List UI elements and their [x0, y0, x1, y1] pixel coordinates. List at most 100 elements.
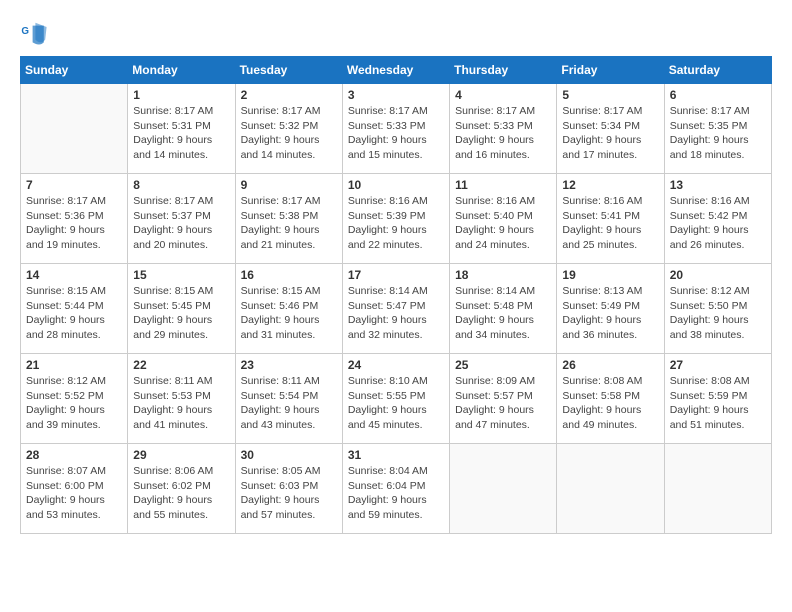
day-info: Sunrise: 8:16 AM Sunset: 5:40 PM Dayligh…: [455, 194, 551, 253]
calendar-cell: 28 Sunrise: 8:07 AM Sunset: 6:00 PM Dayl…: [21, 444, 128, 534]
calendar-cell: 9 Sunrise: 8:17 AM Sunset: 5:38 PM Dayli…: [235, 174, 342, 264]
day-number: 9: [241, 178, 337, 192]
day-number: 18: [455, 268, 551, 282]
calendar-cell: 30 Sunrise: 8:05 AM Sunset: 6:03 PM Dayl…: [235, 444, 342, 534]
day-number: 5: [562, 88, 658, 102]
day-info: Sunrise: 8:15 AM Sunset: 5:45 PM Dayligh…: [133, 284, 229, 343]
calendar-table: SundayMondayTuesdayWednesdayThursdayFrid…: [20, 56, 772, 534]
day-number: 29: [133, 448, 229, 462]
calendar-cell: 15 Sunrise: 8:15 AM Sunset: 5:45 PM Dayl…: [128, 264, 235, 354]
calendar-cell: 22 Sunrise: 8:11 AM Sunset: 5:53 PM Dayl…: [128, 354, 235, 444]
calendar-cell: 1 Sunrise: 8:17 AM Sunset: 5:31 PM Dayli…: [128, 84, 235, 174]
day-info: Sunrise: 8:17 AM Sunset: 5:32 PM Dayligh…: [241, 104, 337, 163]
day-info: Sunrise: 8:08 AM Sunset: 5:59 PM Dayligh…: [670, 374, 766, 433]
calendar-cell: 14 Sunrise: 8:15 AM Sunset: 5:44 PM Dayl…: [21, 264, 128, 354]
day-number: 27: [670, 358, 766, 372]
calendar-week: 1 Sunrise: 8:17 AM Sunset: 5:31 PM Dayli…: [21, 84, 772, 174]
calendar-cell: [450, 444, 557, 534]
day-number: 6: [670, 88, 766, 102]
calendar-cell: 11 Sunrise: 8:16 AM Sunset: 5:40 PM Dayl…: [450, 174, 557, 264]
day-number: 13: [670, 178, 766, 192]
day-number: 7: [26, 178, 122, 192]
day-info: Sunrise: 8:11 AM Sunset: 5:54 PM Dayligh…: [241, 374, 337, 433]
day-info: Sunrise: 8:08 AM Sunset: 5:58 PM Dayligh…: [562, 374, 658, 433]
weekday-header: Wednesday: [342, 57, 449, 84]
day-number: 31: [348, 448, 444, 462]
calendar-cell: 7 Sunrise: 8:17 AM Sunset: 5:36 PM Dayli…: [21, 174, 128, 264]
day-info: Sunrise: 8:16 AM Sunset: 5:39 PM Dayligh…: [348, 194, 444, 253]
day-number: 17: [348, 268, 444, 282]
day-number: 19: [562, 268, 658, 282]
day-number: 23: [241, 358, 337, 372]
day-number: 22: [133, 358, 229, 372]
calendar-cell: 19 Sunrise: 8:13 AM Sunset: 5:49 PM Dayl…: [557, 264, 664, 354]
logo-icon: G: [20, 20, 48, 48]
calendar-cell: 8 Sunrise: 8:17 AM Sunset: 5:37 PM Dayli…: [128, 174, 235, 264]
calendar-cell: [21, 84, 128, 174]
day-info: Sunrise: 8:15 AM Sunset: 5:44 PM Dayligh…: [26, 284, 122, 343]
calendar-cell: 13 Sunrise: 8:16 AM Sunset: 5:42 PM Dayl…: [664, 174, 771, 264]
day-number: 10: [348, 178, 444, 192]
day-info: Sunrise: 8:17 AM Sunset: 5:33 PM Dayligh…: [455, 104, 551, 163]
weekday-header: Tuesday: [235, 57, 342, 84]
day-info: Sunrise: 8:17 AM Sunset: 5:34 PM Dayligh…: [562, 104, 658, 163]
calendar-cell: 21 Sunrise: 8:12 AM Sunset: 5:52 PM Dayl…: [21, 354, 128, 444]
day-info: Sunrise: 8:17 AM Sunset: 5:35 PM Dayligh…: [670, 104, 766, 163]
day-info: Sunrise: 8:17 AM Sunset: 5:38 PM Dayligh…: [241, 194, 337, 253]
calendar-week: 14 Sunrise: 8:15 AM Sunset: 5:44 PM Dayl…: [21, 264, 772, 354]
day-info: Sunrise: 8:17 AM Sunset: 5:37 PM Dayligh…: [133, 194, 229, 253]
calendar-cell: 26 Sunrise: 8:08 AM Sunset: 5:58 PM Dayl…: [557, 354, 664, 444]
weekday-header: Thursday: [450, 57, 557, 84]
calendar-cell: [664, 444, 771, 534]
day-number: 1: [133, 88, 229, 102]
logo: G: [20, 20, 52, 48]
calendar-cell: 2 Sunrise: 8:17 AM Sunset: 5:32 PM Dayli…: [235, 84, 342, 174]
day-number: 14: [26, 268, 122, 282]
day-info: Sunrise: 8:15 AM Sunset: 5:46 PM Dayligh…: [241, 284, 337, 343]
day-info: Sunrise: 8:13 AM Sunset: 5:49 PM Dayligh…: [562, 284, 658, 343]
day-number: 11: [455, 178, 551, 192]
calendar-header: SundayMondayTuesdayWednesdayThursdayFrid…: [21, 57, 772, 84]
calendar-cell: 6 Sunrise: 8:17 AM Sunset: 5:35 PM Dayli…: [664, 84, 771, 174]
calendar-cell: 16 Sunrise: 8:15 AM Sunset: 5:46 PM Dayl…: [235, 264, 342, 354]
calendar-cell: 25 Sunrise: 8:09 AM Sunset: 5:57 PM Dayl…: [450, 354, 557, 444]
weekday-header: Friday: [557, 57, 664, 84]
day-number: 20: [670, 268, 766, 282]
day-number: 24: [348, 358, 444, 372]
calendar-week: 7 Sunrise: 8:17 AM Sunset: 5:36 PM Dayli…: [21, 174, 772, 264]
calendar-cell: 18 Sunrise: 8:14 AM Sunset: 5:48 PM Dayl…: [450, 264, 557, 354]
day-number: 30: [241, 448, 337, 462]
day-info: Sunrise: 8:14 AM Sunset: 5:47 PM Dayligh…: [348, 284, 444, 343]
day-number: 4: [455, 88, 551, 102]
calendar-cell: 31 Sunrise: 8:04 AM Sunset: 6:04 PM Dayl…: [342, 444, 449, 534]
calendar-cell: 20 Sunrise: 8:12 AM Sunset: 5:50 PM Dayl…: [664, 264, 771, 354]
calendar-cell: 3 Sunrise: 8:17 AM Sunset: 5:33 PM Dayli…: [342, 84, 449, 174]
day-info: Sunrise: 8:06 AM Sunset: 6:02 PM Dayligh…: [133, 464, 229, 523]
day-info: Sunrise: 8:17 AM Sunset: 5:33 PM Dayligh…: [348, 104, 444, 163]
calendar-cell: 12 Sunrise: 8:16 AM Sunset: 5:41 PM Dayl…: [557, 174, 664, 264]
day-number: 12: [562, 178, 658, 192]
day-number: 3: [348, 88, 444, 102]
day-number: 16: [241, 268, 337, 282]
day-info: Sunrise: 8:17 AM Sunset: 5:31 PM Dayligh…: [133, 104, 229, 163]
page-header: G: [20, 20, 772, 48]
day-info: Sunrise: 8:16 AM Sunset: 5:42 PM Dayligh…: [670, 194, 766, 253]
day-number: 28: [26, 448, 122, 462]
day-info: Sunrise: 8:14 AM Sunset: 5:48 PM Dayligh…: [455, 284, 551, 343]
svg-text:G: G: [21, 26, 29, 37]
day-number: 15: [133, 268, 229, 282]
day-number: 8: [133, 178, 229, 192]
weekday-header: Sunday: [21, 57, 128, 84]
calendar-cell: 29 Sunrise: 8:06 AM Sunset: 6:02 PM Dayl…: [128, 444, 235, 534]
day-info: Sunrise: 8:16 AM Sunset: 5:41 PM Dayligh…: [562, 194, 658, 253]
calendar-cell: 17 Sunrise: 8:14 AM Sunset: 5:47 PM Dayl…: [342, 264, 449, 354]
calendar-cell: 27 Sunrise: 8:08 AM Sunset: 5:59 PM Dayl…: [664, 354, 771, 444]
day-number: 21: [26, 358, 122, 372]
calendar-week: 28 Sunrise: 8:07 AM Sunset: 6:00 PM Dayl…: [21, 444, 772, 534]
day-number: 26: [562, 358, 658, 372]
day-info: Sunrise: 8:04 AM Sunset: 6:04 PM Dayligh…: [348, 464, 444, 523]
day-number: 2: [241, 88, 337, 102]
day-info: Sunrise: 8:12 AM Sunset: 5:50 PM Dayligh…: [670, 284, 766, 343]
weekday-header: Monday: [128, 57, 235, 84]
calendar-cell: 24 Sunrise: 8:10 AM Sunset: 5:55 PM Dayl…: [342, 354, 449, 444]
